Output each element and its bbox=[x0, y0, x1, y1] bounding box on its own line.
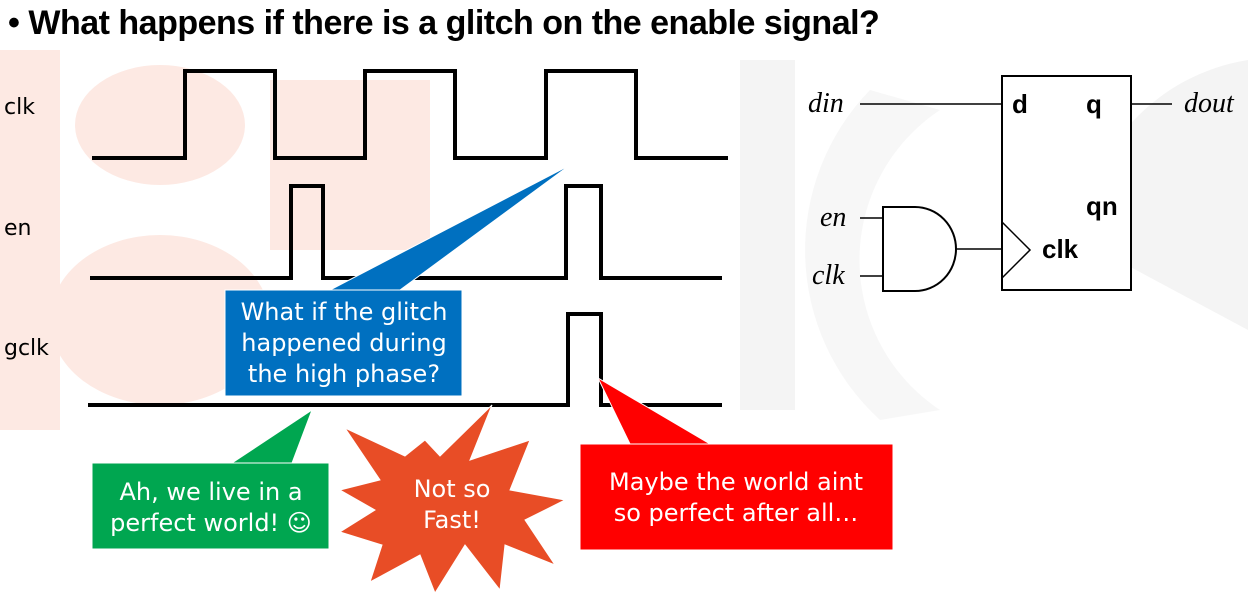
clk-input-label: clk bbox=[812, 260, 845, 291]
ff-clk-label: clk bbox=[1042, 234, 1079, 264]
red-callout-line-2: so perfect after all… bbox=[614, 499, 859, 527]
diagram-canvas: What if the glitch happened during the h… bbox=[0, 50, 1248, 593]
star-burst-line-1: Not so bbox=[414, 475, 491, 503]
blue-callout-line-2: happened during bbox=[241, 329, 446, 357]
green-callout: Ah, we live in a perfect world! ☺ bbox=[91, 408, 330, 550]
green-callout-line-1: Ah, we live in a bbox=[119, 478, 302, 506]
star-burst-line-2: Fast! bbox=[423, 506, 481, 534]
en-label: en bbox=[820, 202, 846, 233]
dout-label: dout bbox=[1184, 88, 1235, 119]
gclk-signal-label: gclk bbox=[4, 336, 49, 361]
ff-d-label: d bbox=[1012, 89, 1028, 119]
star-burst: Not so Fast! bbox=[338, 404, 567, 593]
ff-q-label: q bbox=[1086, 89, 1102, 119]
blue-callout-line-3: the high phase? bbox=[248, 360, 440, 388]
red-callout: Maybe the world aint so perfect after al… bbox=[579, 376, 894, 551]
title-text: What happens if there is a glitch on the… bbox=[28, 4, 880, 42]
page-title: • What happens if there is a glitch on t… bbox=[8, 4, 880, 43]
ff-qn-label: qn bbox=[1086, 191, 1118, 221]
red-callout-line-1: Maybe the world aint bbox=[609, 468, 863, 496]
and-gate bbox=[882, 206, 957, 292]
din-label: din bbox=[808, 88, 844, 119]
en-signal-label: en bbox=[4, 216, 32, 241]
title-bullet: • bbox=[8, 4, 20, 42]
blue-callout-line-1: What if the glitch bbox=[241, 298, 448, 326]
clk-signal-label: clk bbox=[4, 95, 35, 120]
green-callout-line-2: perfect world! ☺ bbox=[110, 509, 312, 537]
